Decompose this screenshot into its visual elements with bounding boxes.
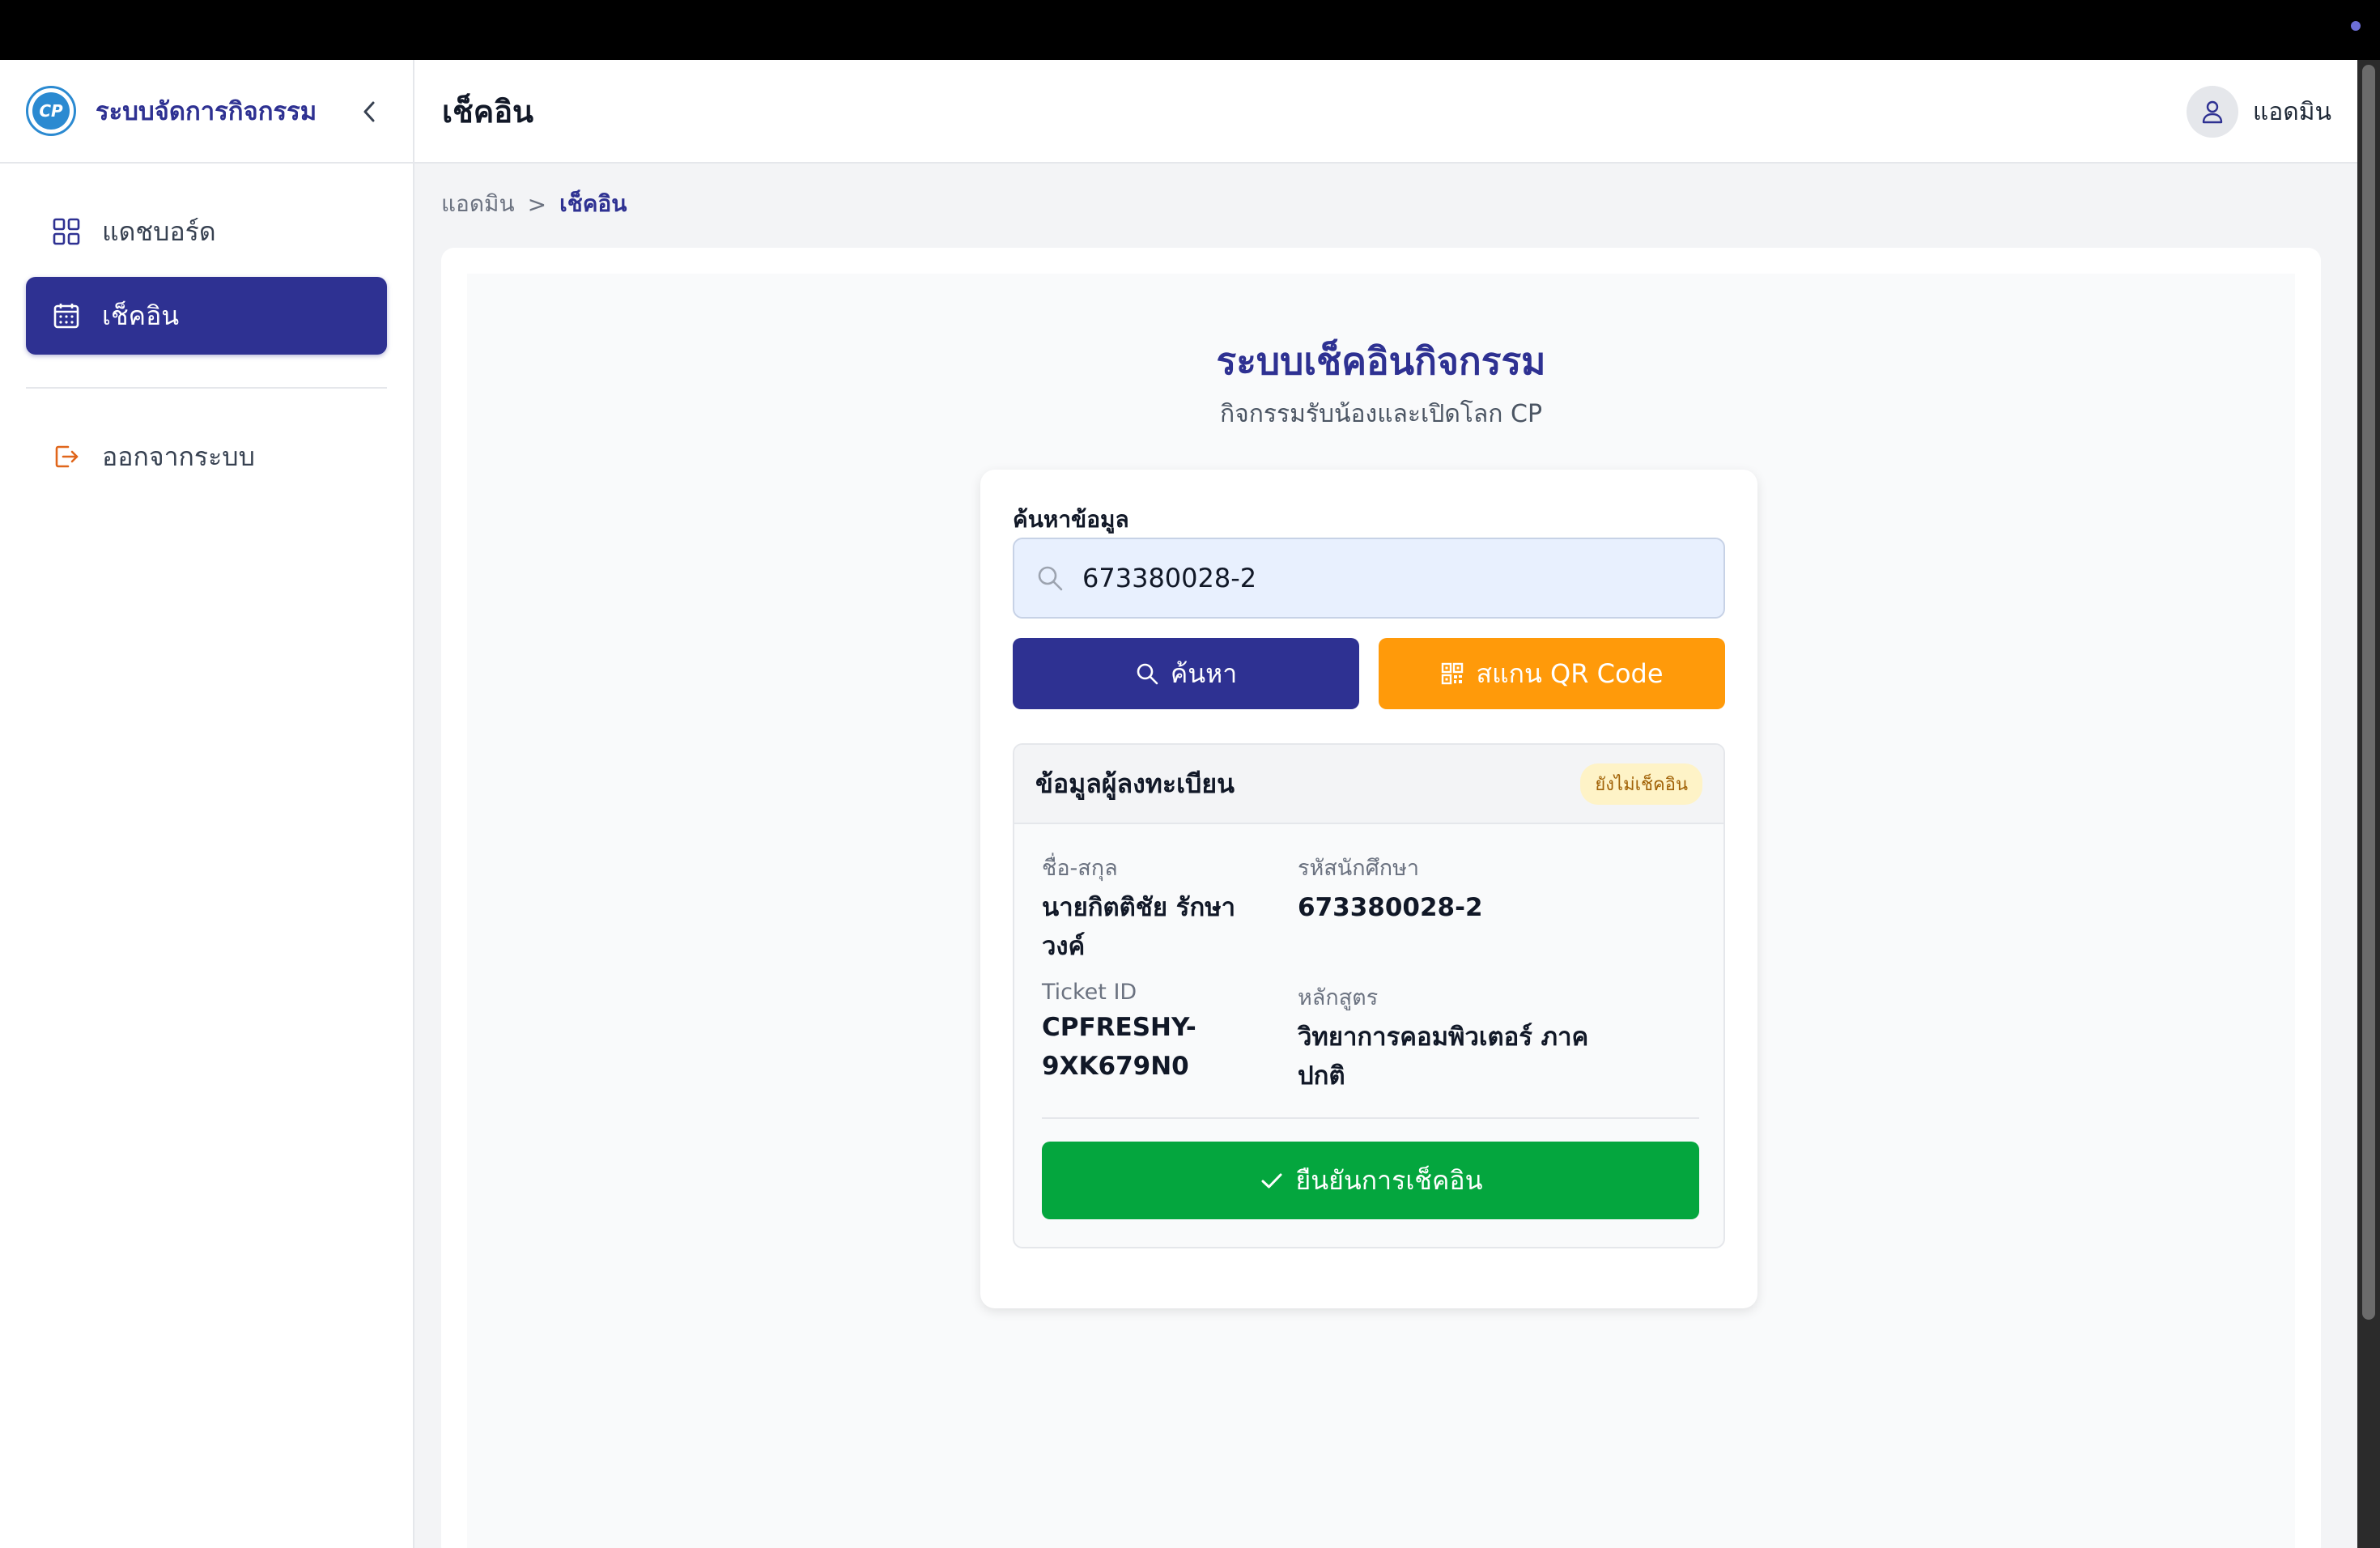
breadcrumb-separator: >	[527, 190, 547, 218]
sidebar-item-checkin[interactable]: เช็คอิน	[26, 277, 387, 355]
search-card: ค้นหาข้อมูล ค้นหา	[980, 470, 1757, 1308]
ticket-id-value: CPFRESHY-9XK679N0	[1042, 1013, 1196, 1081]
breadcrumb-current: เช็คอิน	[559, 190, 627, 217]
logout-label: ออกจากระบบ	[102, 440, 255, 472]
search-field[interactable]	[1013, 538, 1725, 619]
search-button-label: ค้นหา	[1170, 657, 1238, 689]
search-icon	[1135, 661, 1159, 686]
student-id-field: รหัสนักศึกษา 673380028-2	[1298, 850, 1557, 927]
search-label: ค้นหาข้อมูล	[1013, 506, 1129, 533]
registrant-title: ข้อมูลผู้ลงทะเบียน	[1035, 768, 1235, 799]
user-icon	[2202, 100, 2223, 124]
user-name: แอดมิน	[2252, 97, 2331, 126]
scan-qr-button[interactable]: สแกน QR Code	[1379, 638, 1725, 709]
name-value: นายกิตติชัย รักษาวงค์	[1042, 893, 1236, 961]
sidebar: CP ระบบจัดการกิจกรรม แดชบอร์ด เช็คอิน ออ…	[0, 60, 414, 1548]
check-icon	[1259, 1167, 1285, 1193]
brand-area: CP ระบบจัดการกิจกรรม	[0, 60, 413, 164]
ticket-id-label: Ticket ID	[1042, 980, 1137, 1005]
content-card: ระบบเช็คอินกิจกรรม กิจกรรมรับน้องและเปิด…	[441, 248, 2321, 1548]
status-badge: ยังไม่เช็คอิน	[1580, 763, 1702, 805]
course-value: วิทยาการคอมพิวเตอร์ ภาคปกติ	[1298, 1023, 1589, 1091]
grid-icon	[52, 217, 81, 246]
sidebar-item-dashboard[interactable]: แดชบอร์ด	[26, 193, 387, 270]
sidebar-item-label: เช็คอิน	[102, 300, 180, 331]
search-icon	[1035, 563, 1065, 593]
logo-text: CP	[32, 92, 70, 130]
qr-code-icon	[1440, 661, 1464, 686]
system-subtitle: กิจกรรมรับน้องและเปิดโลก CP	[1219, 400, 1543, 428]
course-field: หลักสูตร วิทยาการคอมพิวเตอร์ ภาคปกติ	[1298, 980, 1589, 1095]
scan-qr-label: สแกน QR Code	[1476, 657, 1664, 689]
logout-button[interactable]: ออกจากระบบ	[26, 418, 387, 495]
app-title: ระบบจัดการกิจกรรม	[96, 97, 317, 126]
confirm-checkin-button[interactable]: ยืนยันการเช็คอิน	[1042, 1142, 1699, 1219]
scrollbar-thumb[interactable]	[2362, 65, 2375, 1320]
user-menu[interactable]: แอดมิน	[2186, 86, 2331, 138]
page-title: เช็คอิน	[442, 93, 533, 130]
course-label: หลักสูตร	[1298, 985, 1379, 1010]
confirm-checkin-label: ยืนยันการเช็คอิน	[1295, 1164, 1483, 1196]
system-title: ระบบเช็คอินกิจกรรม	[1216, 339, 1546, 383]
sidebar-item-label: แดชบอร์ด	[102, 215, 216, 247]
collapse-sidebar-button[interactable]	[355, 96, 384, 128]
content-area: ระบบเช็คอินกิจกรรม กิจกรรมรับน้องและเปิด…	[467, 274, 2295, 1548]
breadcrumb-root[interactable]: แอดมิน	[441, 186, 515, 222]
registrant-card: ข้อมูลผู้ลงทะเบียน ยังไม่เช็คอิน ชื่อ-สก…	[1013, 743, 1725, 1248]
status-dot	[2351, 21, 2361, 31]
sidebar-divider	[26, 387, 387, 389]
search-button[interactable]: ค้นหา	[1013, 638, 1359, 709]
calendar-icon	[52, 301, 81, 330]
student-id-value: 673380028-2	[1298, 893, 1483, 922]
registrant-card-header: ข้อมูลผู้ลงทะเบียน ยังไม่เช็คอิน	[1014, 745, 1723, 824]
cp-logo-icon: CP	[26, 86, 76, 136]
os-top-bar	[0, 0, 2380, 60]
breadcrumb: แอดมิน > เช็คอิน	[441, 186, 627, 222]
registrant-divider	[1042, 1117, 1699, 1119]
search-input[interactable]	[1082, 563, 1702, 593]
name-field: ชื่อ-สกุล นายกิตติชัย รักษาวงค์	[1042, 850, 1269, 966]
student-id-label: รหัสนักศึกษา	[1298, 856, 1420, 881]
ticket-id-field: Ticket ID CPFRESHY-9XK679N0	[1042, 980, 1269, 1086]
sidebar-nav: แดชบอร์ด เช็คอิน ออกจากระบบ	[0, 164, 413, 495]
scrollbar[interactable]	[2357, 60, 2380, 1548]
name-label: ชื่อ-สกุล	[1042, 856, 1118, 881]
logout-icon	[52, 442, 81, 471]
avatar	[2186, 86, 2238, 138]
chevron-left-icon	[363, 101, 375, 122]
page-header: เช็คอิน แอดมิน	[414, 60, 2357, 164]
